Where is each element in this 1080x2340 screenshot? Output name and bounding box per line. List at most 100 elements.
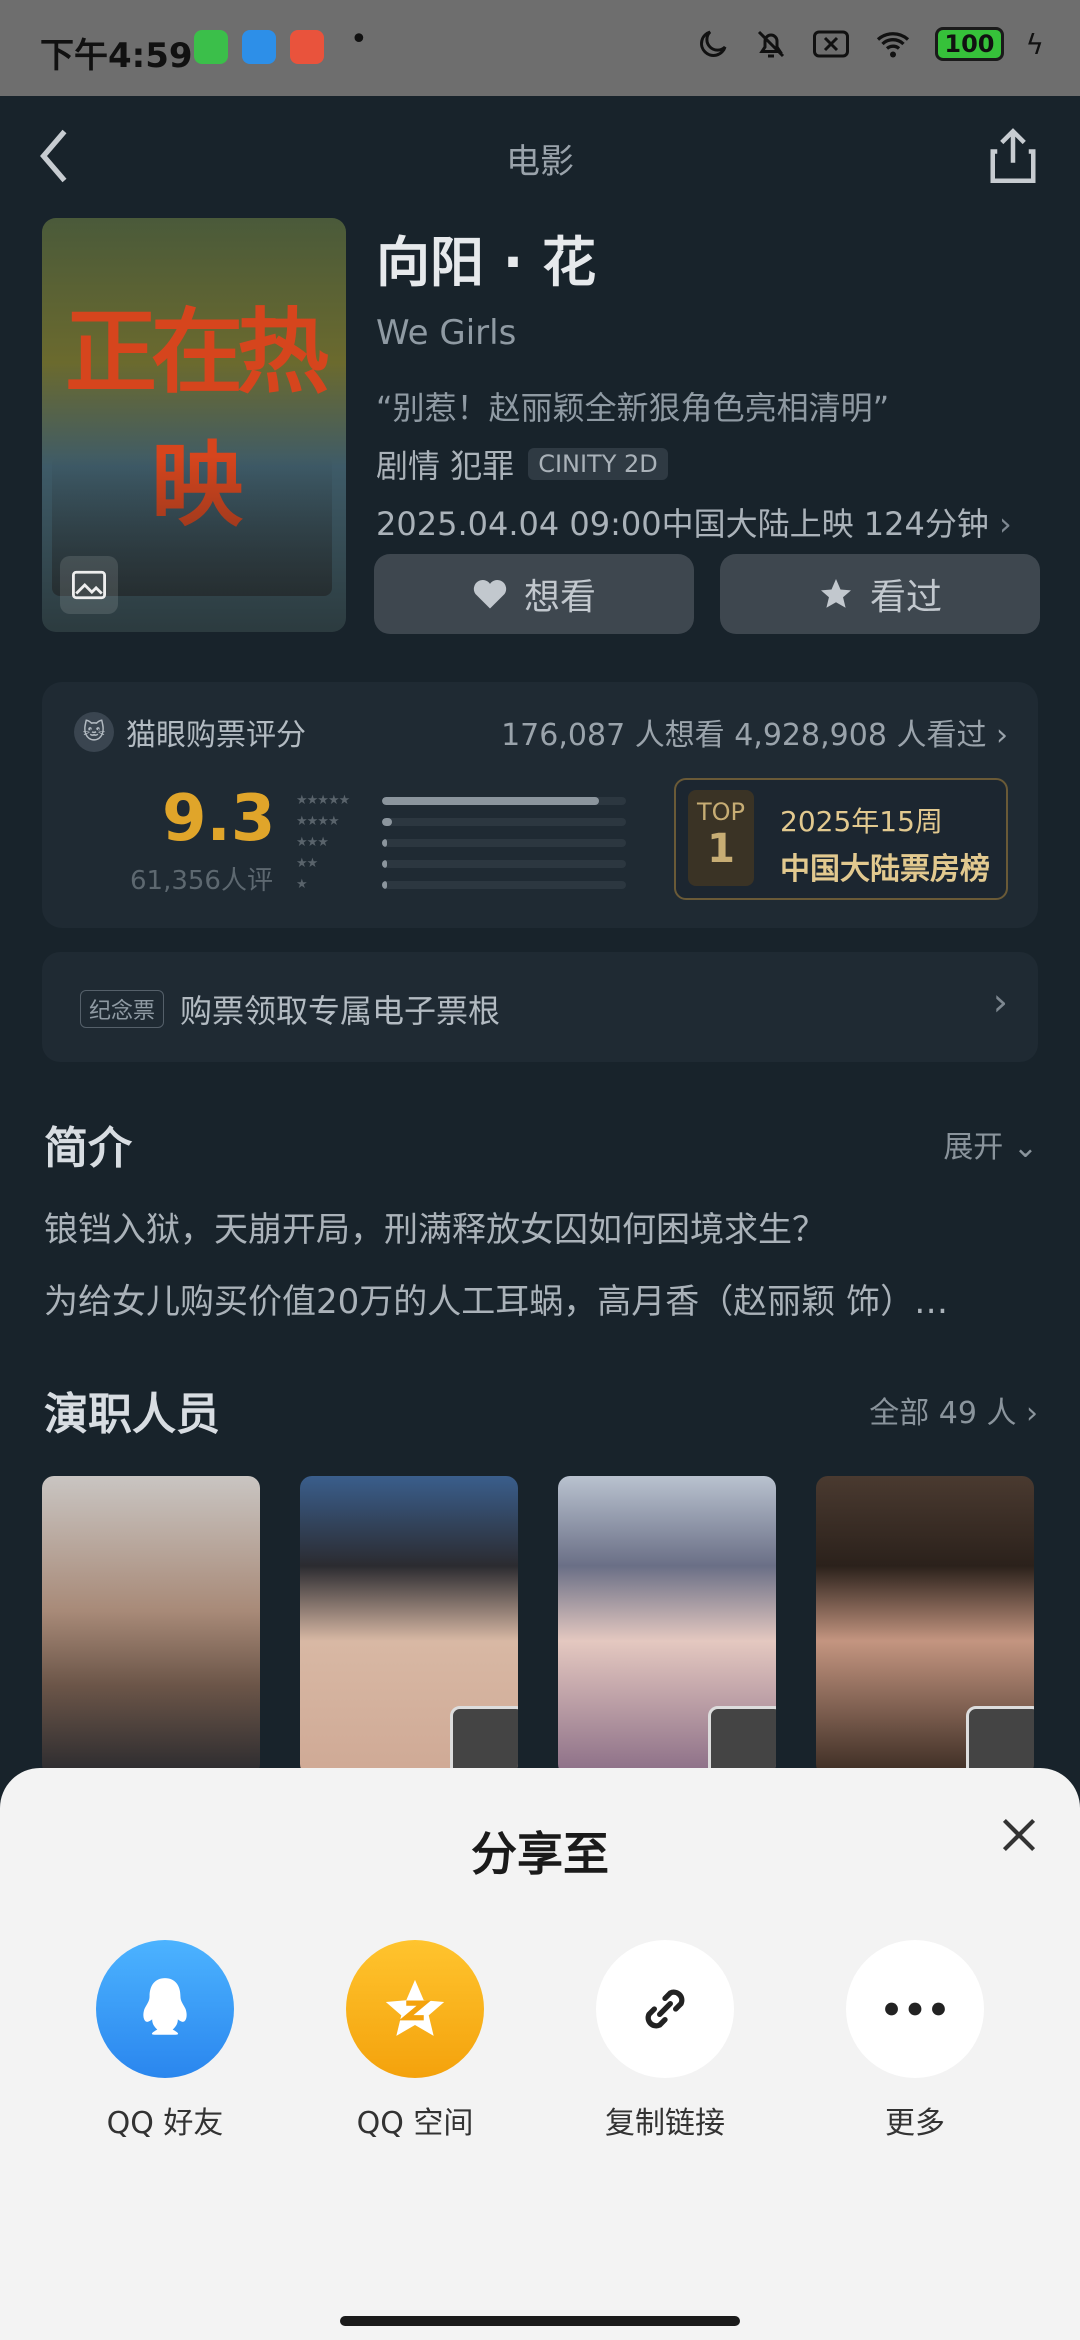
rating-bar-fill — [382, 817, 392, 826]
all-cast-label: 全部 49 人 — [869, 1396, 1017, 1431]
want-label: 想看 — [523, 577, 596, 618]
cloud-notification-icon — [242, 30, 276, 64]
watch-counts-text: 176,087 人想看 4,928,908 人看过 — [501, 718, 987, 753]
three-star-icon: ★★★ — [296, 835, 329, 850]
rating-bar-fill — [382, 859, 387, 868]
share-sheet-title: 分享至 — [471, 1827, 609, 1881]
bell-off-icon — [758, 30, 785, 58]
movie-title: 向阳 · 花 — [376, 231, 597, 294]
chevron-right-icon: › — [996, 718, 1008, 753]
wifi-icon — [877, 32, 910, 58]
share-label: QQ 好友 — [106, 2106, 224, 2141]
battery-indicator: 100 — [935, 27, 1004, 61]
intro-text: 锒铛入狱，天崩开局，刑满释放女囚如何困境求生？ 为给女儿购买价值20万的人工耳蜗… — [44, 1194, 1034, 1338]
cast-photo-actor-1[interactable] — [300, 1476, 518, 1776]
close-icon[interactable] — [994, 1810, 1044, 1860]
review-count: 61,356人评 — [130, 866, 273, 896]
home-indicator[interactable] — [340, 2316, 740, 2326]
top-rank: 1 — [707, 826, 735, 872]
status-bar: 下午4:59 • 100 ϟ — [0, 0, 1080, 96]
cast-title: 演职人员 — [44, 1389, 220, 1440]
sim-off-icon — [813, 30, 850, 58]
status-time: 下午4:59 — [40, 36, 193, 76]
format-badge: CINITY 2D — [528, 448, 668, 480]
movie-genres: 剧情 犯罪 — [376, 447, 515, 485]
role-thumbnail — [708, 1706, 776, 1776]
expand-button[interactable]: 展开 ⌄ — [943, 1122, 1038, 1166]
rating-row-3: ★★★ — [296, 832, 626, 853]
souvenir-ticket-tag: 纪念票 — [80, 990, 165, 1028]
rating-row-2: ★★ — [296, 853, 626, 874]
rating-distribution: ★★★★★ ★★★★ ★★★ ★★ ★ — [296, 790, 626, 895]
star-icon — [820, 579, 851, 608]
role-thumbnail — [450, 1706, 518, 1776]
intro-line-2: 为给女儿购买价值20万的人工耳蜗，高月香（赵丽颖 饰）… — [44, 1282, 949, 1322]
cast-photo-director[interactable] — [42, 1476, 260, 1776]
chevron-right-icon: › — [999, 505, 1012, 543]
qzone-star-icon — [346, 1940, 484, 2078]
maoyan-cat-icon: 🐱 — [74, 712, 114, 752]
want-to-watch-button[interactable]: 想看 — [374, 554, 694, 634]
ticket-text: 购票领取专属电子票根 — [180, 992, 501, 1030]
rating-header: 🐱 猫眼购票评分 — [74, 710, 306, 754]
rank-week: 2025年15周 — [780, 805, 943, 838]
movie-tags: 剧情 犯罪 CINITY 2D — [376, 441, 1056, 487]
top-nav: 电影 — [0, 96, 1080, 216]
rating-row-4: ★★★★ — [296, 811, 626, 832]
watched-button[interactable]: 看过 — [720, 554, 1040, 634]
cast-photo-actor-3[interactable] — [816, 1476, 1034, 1776]
release-info[interactable]: 2025.04.04 09:00中国大陆上映 124分钟 › — [376, 499, 1056, 545]
intro-line-1: 锒铛入狱，天崩开局，刑满释放女囚如何困境求生？ — [44, 1210, 826, 1250]
more-dots-icon — [846, 1940, 984, 2078]
release-text: 2025.04.04 09:00中国大陆上映 124分钟 — [376, 505, 989, 543]
movie-poster[interactable]: 正在热映 — [42, 218, 346, 632]
intro-title: 简介 — [44, 1123, 132, 1174]
action-buttons: 想看 看过 — [374, 554, 1040, 634]
all-cast-link[interactable]: 全部 49 人 › — [869, 1388, 1038, 1432]
rating-bar-fill — [382, 796, 600, 805]
top-badge: TOP 1 — [688, 790, 754, 886]
wechat-notification-icon — [194, 30, 228, 64]
movie-english-title: We Girls — [376, 313, 517, 353]
rating-bar-fill — [382, 880, 387, 889]
one-star-icon: ★ — [296, 877, 308, 892]
rating-source: 猫眼购票评分 — [126, 718, 306, 753]
moon-icon — [700, 30, 727, 57]
more-notifications-dot-icon: • — [350, 22, 368, 57]
heart-icon — [473, 580, 507, 609]
ticket-stub-banner[interactable]: 纪念票 购票领取专属电子票根 › — [42, 952, 1038, 1062]
share-targets: QQ 好友 QQ 空间 复制链接 更多 — [0, 1940, 1080, 2142]
watched-label: 看过 — [869, 577, 942, 618]
share-qq-friend[interactable]: QQ 好友 — [65, 1940, 265, 2142]
share-qzone[interactable]: QQ 空间 — [315, 1940, 515, 2142]
share-copy-link[interactable]: 复制链接 — [565, 1940, 765, 2142]
top-label: TOP — [696, 798, 746, 826]
share-label: 更多 — [885, 2106, 945, 2141]
rating-score: 9.3 — [162, 782, 276, 856]
rating-row-5: ★★★★★ — [296, 790, 626, 811]
rating-bar-fill — [382, 838, 387, 847]
cast-list — [42, 1476, 1080, 1776]
share-sheet: 分享至 QQ 好友 QQ 空间 复制链接 更多 — [0, 1768, 1080, 2340]
rank-board: 中国大陆票房榜 — [780, 852, 990, 887]
share-icon[interactable] — [986, 126, 1040, 186]
rating-card[interactable]: 🐱 猫眼购票评分 176,087 人想看 4,928,908 人看过 › 9.3… — [42, 682, 1038, 928]
five-star-icon: ★★★★★ — [296, 793, 350, 808]
expand-label: 展开 — [943, 1130, 1004, 1165]
two-star-icon: ★★ — [296, 856, 318, 871]
qq-icon — [96, 1940, 234, 2078]
status-icons: 100 ϟ — [695, 26, 1044, 62]
movie-info: 向阳 · 花 We Girls “别惹！赵丽颖全新狠角色亮相清明” 剧情 犯罪 … — [376, 218, 1056, 545]
share-more[interactable]: 更多 — [815, 1940, 1015, 2142]
four-star-icon: ★★★★ — [296, 814, 340, 829]
rating-row-1: ★ — [296, 874, 626, 895]
app-notification-icon — [290, 30, 324, 64]
watch-counts[interactable]: 176,087 人想看 4,928,908 人看过 › — [501, 710, 1008, 754]
cast-photo-actor-2[interactable] — [558, 1476, 776, 1776]
share-label: 复制链接 — [605, 2106, 725, 2141]
chevron-down-icon: ⌄ — [1012, 1130, 1038, 1165]
gallery-icon[interactable] — [60, 556, 118, 614]
chevron-right-icon: › — [1026, 1396, 1038, 1431]
share-label: QQ 空间 — [356, 2106, 474, 2141]
box-office-rank[interactable]: TOP 1 2025年15周 中国大陆票房榜 — [674, 778, 1008, 900]
